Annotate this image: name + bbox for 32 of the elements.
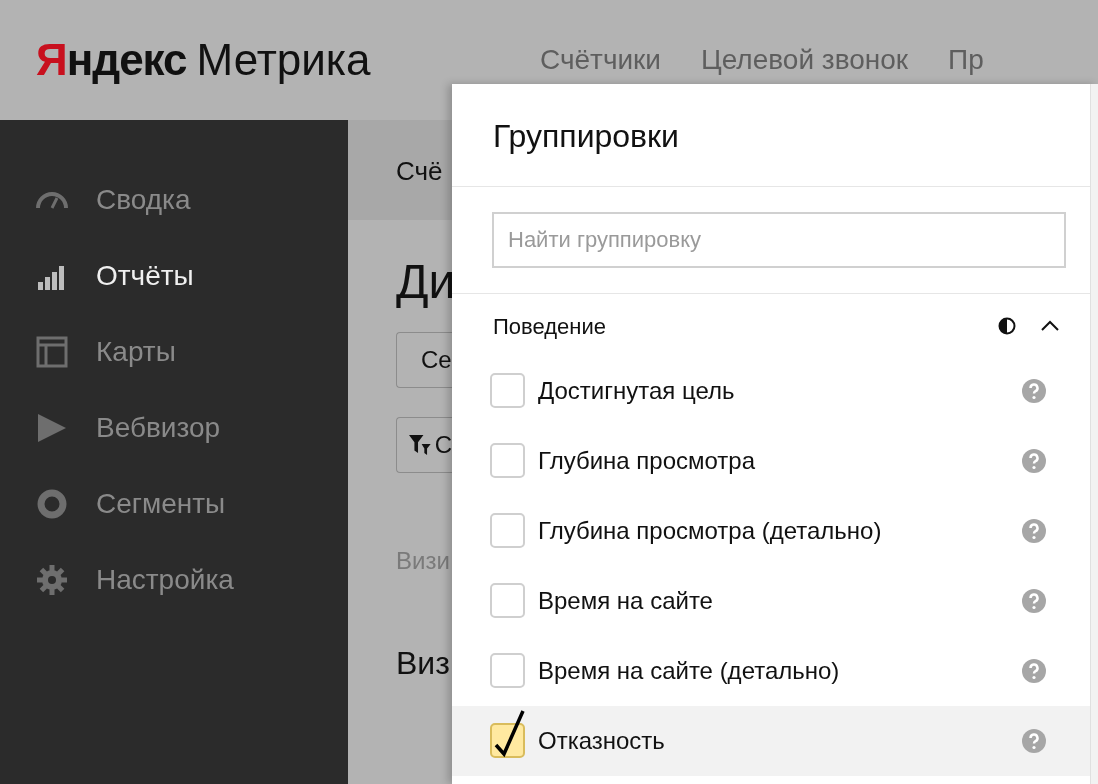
contrast-icon[interactable] xyxy=(998,317,1016,335)
help-icon[interactable] xyxy=(1022,659,1046,683)
section-heading: Виз xyxy=(396,644,451,683)
panel-title: Группировки xyxy=(493,117,679,156)
chevron-up-icon[interactable] xyxy=(1040,320,1060,332)
grouping-row[interactable]: Глубина просмотра xyxy=(452,426,1090,496)
grouping-label: Достигнутая цель xyxy=(538,376,736,406)
help-icon[interactable] xyxy=(1022,379,1046,403)
layout-icon xyxy=(34,334,70,370)
grouping-label: Глубина просмотра xyxy=(538,446,757,476)
grouping-row[interactable]: Отказность xyxy=(452,706,1090,776)
caption: Визи xyxy=(396,546,451,576)
help-icon[interactable] xyxy=(1022,589,1046,613)
grouping-label: Время на сайте (детально) xyxy=(538,656,841,686)
grouping-label: Отказность xyxy=(538,726,666,756)
search-field[interactable]: Найти группировку xyxy=(492,212,1066,268)
gear-icon xyxy=(34,562,70,598)
page-heading: Ди xyxy=(396,258,452,306)
grouping-row[interactable]: Достигнутая цель xyxy=(452,356,1090,426)
section-title: Поведение xyxy=(493,312,607,341)
help-icon[interactable] xyxy=(1022,729,1046,753)
logo[interactable]: Яндекс Метрика xyxy=(0,38,540,82)
grouping-row[interactable]: Глубина просмотра (детально) xyxy=(452,496,1090,566)
grouping-row[interactable]: Время на сайте (детально) xyxy=(452,636,1090,706)
filter-icon xyxy=(409,434,431,456)
help-icon[interactable] xyxy=(1022,519,1046,543)
checked-checkbox[interactable] xyxy=(490,709,526,759)
breadcrumb: Счё xyxy=(396,154,443,188)
grouping-row[interactable]: Время на сайте xyxy=(452,566,1090,636)
grouping-label: Глубина просмотра (детально) xyxy=(538,516,883,546)
grouping-label: Время на сайте xyxy=(538,586,714,616)
help-icon[interactable] xyxy=(1022,449,1046,473)
